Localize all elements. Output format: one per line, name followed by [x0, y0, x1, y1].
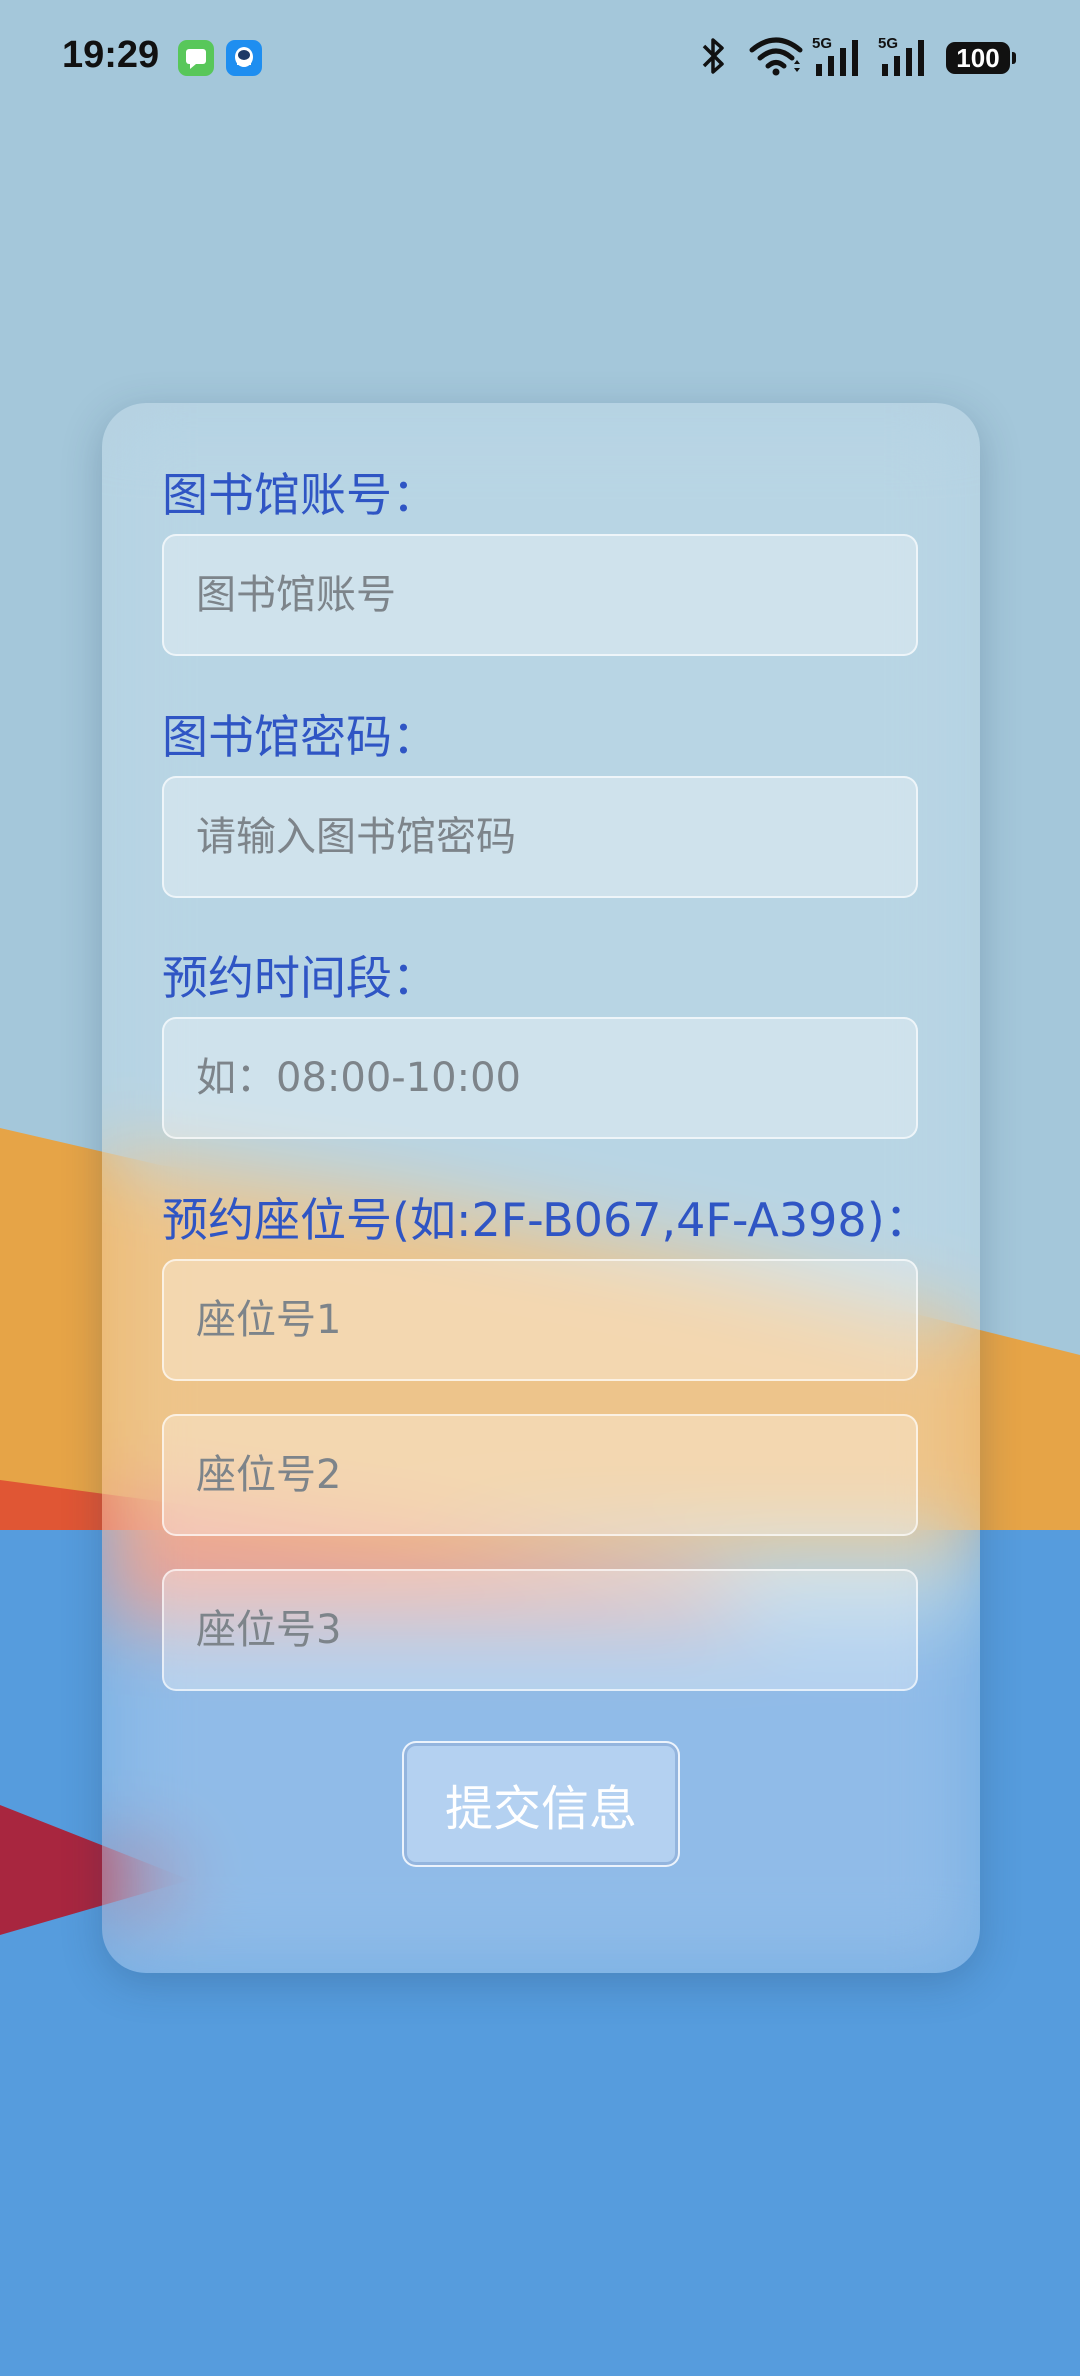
- seat-2-input[interactable]: [162, 1414, 918, 1536]
- status-time: 19:29: [62, 34, 160, 76]
- seat-3-input[interactable]: [162, 1569, 918, 1691]
- submit-button[interactable]: 提交信息: [402, 1741, 680, 1867]
- network-label: 5G: [812, 35, 832, 52]
- wifi-icon: [749, 37, 803, 76]
- password-input[interactable]: [162, 776, 918, 898]
- time-slot-label: 预约时间段：: [162, 951, 438, 1005]
- seat-number-label: 预约座位号(如:2F-B067,4F-A398)：: [162, 1193, 931, 1247]
- status-bar: 19:29 5G 5G 100: [0, 0, 1080, 120]
- password-label: 图书馆密码：: [162, 710, 438, 764]
- account-input[interactable]: [162, 534, 918, 656]
- qq-app-icon: [226, 40, 262, 76]
- signal-5g-icon: 5G: [812, 35, 858, 76]
- time-slot-input[interactable]: [162, 1017, 918, 1139]
- seat-1-input[interactable]: [162, 1259, 918, 1381]
- battery-indicator: 100: [946, 42, 1016, 74]
- bluetooth-icon: [702, 38, 724, 74]
- account-label: 图书馆账号：: [162, 468, 438, 522]
- messages-app-icon: [178, 40, 214, 76]
- network-label: 5G: [878, 35, 898, 52]
- signal-5g-icon: 5G: [878, 35, 924, 76]
- reservation-form: 图书馆账号： 图书馆密码： 预约时间段： 预约座位号(如:2F-B067,4F-…: [102, 403, 980, 1973]
